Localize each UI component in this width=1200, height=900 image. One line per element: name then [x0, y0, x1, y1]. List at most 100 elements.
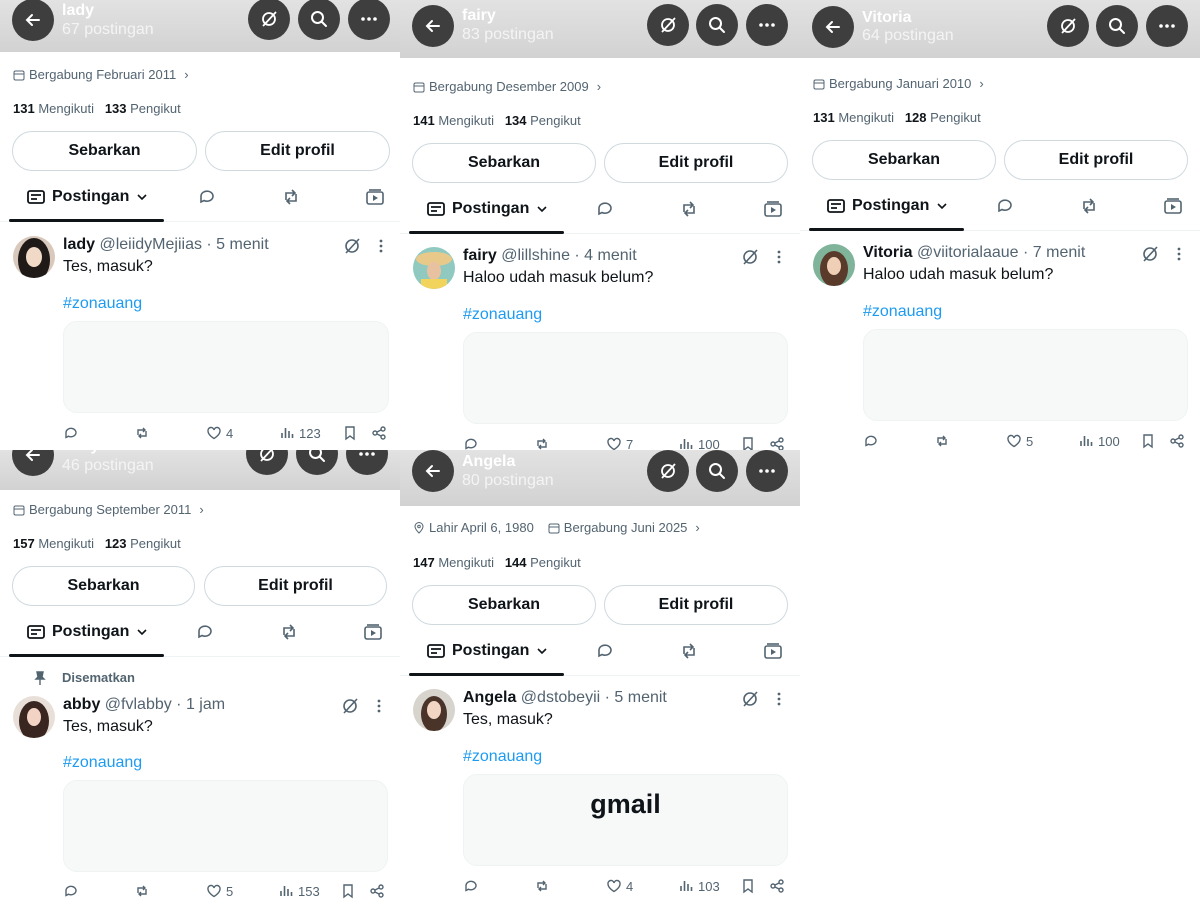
share-post-button[interactable] [371, 425, 387, 441]
post-media[interactable] [463, 332, 788, 424]
post-author-name[interactable]: fairy [463, 247, 497, 264]
more-icon[interactable] [373, 238, 389, 254]
tab-reposts-icon[interactable] [679, 199, 699, 219]
post-author-name[interactable]: abby [63, 696, 100, 713]
avatar[interactable] [413, 247, 455, 289]
post-media[interactable] [63, 321, 389, 413]
grok-icon[interactable] [740, 247, 760, 267]
tab-reposts-icon[interactable] [1079, 196, 1099, 216]
tab-reposts-icon[interactable] [281, 187, 301, 207]
hashtag-link[interactable]: #zonauang [863, 303, 942, 321]
grok-button[interactable] [246, 450, 288, 475]
share-button[interactable]: Sebarkan [12, 566, 195, 606]
share-button[interactable]: Sebarkan [12, 131, 197, 171]
like-button[interactable]: 4 [606, 878, 633, 894]
share-button[interactable]: Sebarkan [812, 140, 996, 180]
grok-button[interactable] [647, 4, 689, 46]
search-button[interactable] [298, 0, 340, 40]
more-icon[interactable] [1171, 246, 1187, 262]
repost-button[interactable] [934, 433, 950, 449]
post-author-name[interactable]: Angela [463, 689, 516, 706]
followers-count[interactable]: 134 [505, 113, 527, 128]
more-button[interactable] [746, 4, 788, 46]
views-button[interactable]: 103 [678, 878, 720, 894]
share-post-button[interactable] [769, 878, 785, 894]
views-button[interactable]: 123 [279, 425, 321, 441]
more-button[interactable] [746, 450, 788, 492]
edit-profile-button[interactable]: Edit profil [1004, 140, 1188, 180]
share-button[interactable]: Sebarkan [412, 585, 596, 625]
tab-media-icon[interactable] [1163, 196, 1183, 216]
following-count[interactable]: 141 [413, 113, 435, 128]
bookmark-button[interactable] [740, 436, 756, 450]
grok-button[interactable] [1047, 5, 1089, 47]
tab-replies-icon[interactable] [595, 199, 615, 219]
more-icon[interactable] [371, 698, 387, 714]
views-button[interactable]: 153 [278, 883, 320, 899]
edit-profile-button[interactable]: Edit profil [205, 131, 390, 171]
tab-media-icon[interactable] [365, 187, 385, 207]
tab-replies-icon[interactable] [195, 622, 215, 642]
hashtag-link[interactable]: #zonauang [63, 754, 142, 772]
tab-posts[interactable]: Postingan [426, 641, 549, 661]
grok-button[interactable] [248, 0, 290, 40]
tab-media-icon[interactable] [363, 622, 383, 642]
chevron-right-icon[interactable]: › [184, 67, 188, 82]
search-button[interactable] [296, 450, 338, 475]
tab-posts[interactable]: Postingan [426, 199, 549, 219]
tab-reposts-icon[interactable] [679, 641, 699, 661]
post-media[interactable]: gmail [463, 774, 788, 866]
edit-profile-button[interactable]: Edit profil [604, 585, 788, 625]
search-button[interactable] [696, 4, 738, 46]
edit-profile-button[interactable]: Edit profil [604, 143, 788, 183]
avatar[interactable] [413, 689, 455, 731]
chevron-right-icon[interactable]: › [979, 76, 983, 91]
tab-posts[interactable]: Postingan [26, 187, 149, 207]
followers-count[interactable]: 133 [105, 101, 127, 116]
more-button[interactable] [346, 450, 388, 475]
tab-media-icon[interactable] [763, 641, 783, 661]
repost-button[interactable] [134, 425, 150, 441]
hashtag-link[interactable]: #zonauang [63, 295, 142, 313]
like-button[interactable]: 5 [1006, 433, 1033, 449]
like-button[interactable]: 4 [206, 425, 233, 441]
followers-count[interactable]: 144 [505, 555, 527, 570]
back-button[interactable] [812, 6, 854, 48]
share-post-button[interactable] [769, 436, 785, 450]
followers-count[interactable]: 123 [105, 536, 127, 551]
edit-profile-button[interactable]: Edit profil [204, 566, 387, 606]
tab-media-icon[interactable] [763, 199, 783, 219]
tab-posts[interactable]: Postingan [826, 196, 949, 216]
back-button[interactable] [12, 0, 54, 41]
bookmark-button[interactable] [740, 878, 756, 894]
like-button[interactable]: 7 [606, 436, 633, 450]
post-media[interactable] [63, 780, 388, 872]
post-author-name[interactable]: lady [63, 236, 95, 253]
bookmark-button[interactable] [342, 425, 358, 441]
following-count[interactable]: 131 [813, 110, 835, 125]
more-icon[interactable] [771, 691, 787, 707]
post-media[interactable] [863, 329, 1188, 421]
tab-replies-icon[interactable] [995, 196, 1015, 216]
like-button[interactable]: 5 [206, 883, 233, 899]
repost-button[interactable] [134, 883, 150, 899]
post-author-name[interactable]: Vitoria [863, 244, 913, 261]
avatar[interactable] [13, 696, 55, 738]
share-post-button[interactable] [369, 883, 385, 899]
reply-button[interactable] [463, 436, 479, 450]
grok-icon[interactable] [740, 689, 760, 709]
back-button[interactable] [412, 5, 454, 47]
more-button[interactable] [1146, 5, 1188, 47]
views-button[interactable]: 100 [678, 436, 720, 450]
share-button[interactable]: Sebarkan [412, 143, 596, 183]
avatar[interactable] [813, 244, 855, 286]
search-button[interactable] [1096, 5, 1138, 47]
tab-reposts-icon[interactable] [279, 622, 299, 642]
bookmark-button[interactable] [340, 883, 356, 899]
reply-button[interactable] [63, 883, 79, 899]
grok-icon[interactable] [342, 236, 362, 256]
bookmark-button[interactable] [1140, 433, 1156, 449]
following-count[interactable]: 157 [13, 536, 35, 551]
back-button[interactable] [412, 450, 454, 492]
reply-button[interactable] [863, 433, 879, 449]
